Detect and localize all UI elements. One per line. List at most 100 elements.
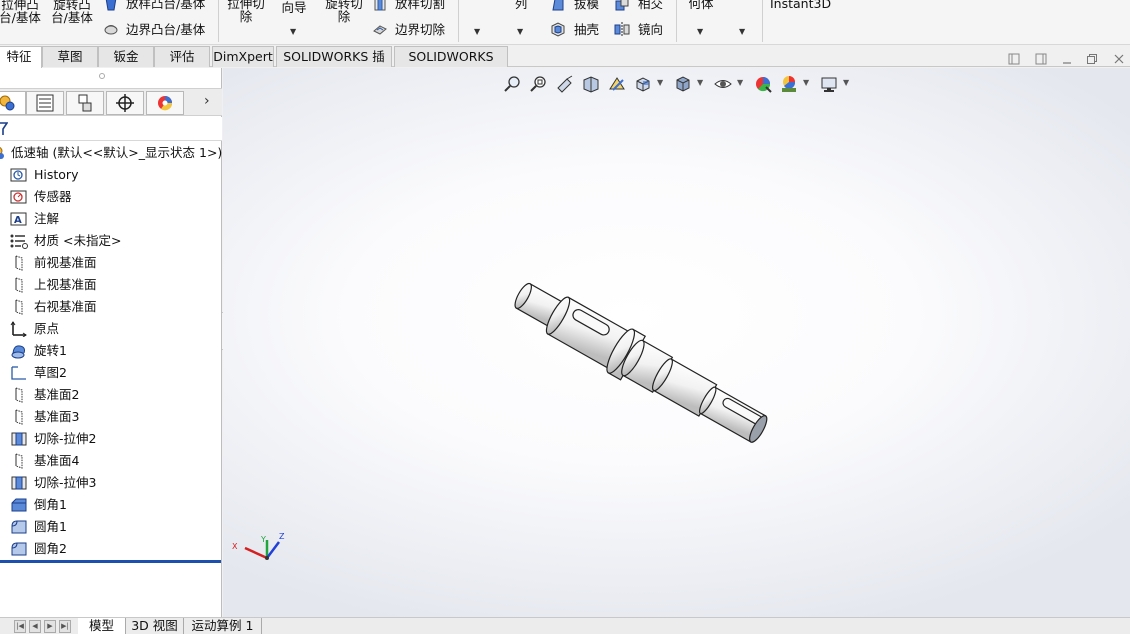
display-style-icon[interactable] (673, 74, 693, 94)
rollback-bar[interactable] (0, 560, 221, 563)
tab-sketch[interactable]: 草图 (42, 46, 98, 67)
view-settings-dropdown-icon[interactable]: ▼ (843, 78, 849, 87)
tile-right-icon[interactable] (1034, 53, 1048, 67)
revolve-boss-button[interactable]: 旋转凸 台/基体 (50, 0, 94, 24)
zoom-area-icon[interactable] (529, 74, 549, 94)
property-manager-tab[interactable] (26, 91, 64, 115)
loft-cut-button[interactable]: 放样切割 (395, 0, 445, 10)
tab-3d-view[interactable]: 3D 视图 (126, 618, 184, 634)
loft-boss-button[interactable]: 放样凸台/基体 (126, 0, 205, 10)
hole-wizard-dropdown-icon[interactable]: ▼ (290, 27, 296, 36)
plane-icon (10, 277, 28, 293)
plane-icon (10, 453, 28, 469)
plane-icon (10, 409, 28, 425)
cut-extrude-icon (10, 475, 28, 491)
plane-icon (10, 299, 28, 315)
dynamic-annotation-icon[interactable] (607, 74, 627, 94)
command-manager-ribbon: 拉伸凸 台/基体 旋转凸 台/基体 放样凸台/基体 边界凸台/基体 拉伸切 除 … (0, 0, 1130, 45)
tab-dimxpert[interactable]: DimXpert (212, 46, 274, 67)
filter-row[interactable] (0, 117, 222, 141)
ribbon-separator (762, 0, 763, 42)
instant3d-button[interactable]: Instant3D (770, 0, 831, 10)
tab-model[interactable]: 模型 (78, 618, 126, 634)
tile-left-icon[interactable] (1007, 53, 1021, 67)
filter-icon[interactable] (0, 122, 8, 136)
cut-extrude-icon (10, 431, 28, 447)
tab-sheet-metal[interactable]: 钣金 (98, 46, 154, 67)
curves-dropdown-icon[interactable]: ▼ (739, 27, 745, 36)
feature-tree-tab[interactable] (0, 91, 26, 115)
edit-appearance-icon[interactable] (753, 74, 773, 94)
history-icon (10, 167, 28, 183)
mirror-button[interactable]: 镜向 (638, 23, 663, 36)
extrude-boss-button[interactable]: 拉伸凸 台/基体 (0, 0, 42, 24)
revolve-feature-icon (10, 343, 28, 359)
revolve-cut-button[interactable]: 旋转切 除 (322, 0, 366, 23)
command-manager-tabs: 特征 草图 钣金 评估 DimXpert SOLIDWORKS 插件 SOLID… (0, 45, 1130, 84)
prev-tab-icon[interactable]: ◀ (29, 620, 41, 633)
hide-show-items-icon[interactable] (713, 74, 733, 94)
dimxpert-manager-tab[interactable] (106, 91, 144, 115)
display-style-dropdown-icon[interactable]: ▼ (697, 78, 703, 87)
panel-splitter-dot[interactable] (99, 73, 105, 79)
annotation-icon: A (10, 211, 28, 227)
material-icon (10, 233, 28, 249)
extrude-cut-label-2: 除 (239, 9, 253, 24)
apply-scene-dropdown-icon[interactable]: ▼ (803, 78, 809, 87)
appearance-icon (158, 96, 173, 111)
tree-item-label: 切除-拉伸2 (34, 431, 97, 446)
fillet-dropdown-icon[interactable]: ▼ (474, 27, 480, 36)
section-view-icon[interactable] (581, 74, 601, 94)
revolve-cut-label-2: 除 (337, 9, 351, 24)
tree-item-label: 材质 <未指定> (34, 233, 122, 248)
pattern-dropdown-icon[interactable]: ▼ (517, 27, 523, 36)
pattern-button[interactable]: 列 (505, 0, 537, 10)
view-orientation-icon[interactable] (633, 74, 653, 94)
zoom-to-fit-icon[interactable] (503, 74, 523, 94)
shaft-model[interactable] (493, 263, 793, 463)
draft-button[interactable]: 拔模 (574, 0, 599, 10)
configuration-manager-tab[interactable] (66, 91, 104, 115)
tab-features[interactable]: 特征 (0, 46, 42, 68)
tree-item-label: History (34, 167, 79, 182)
previous-view-icon[interactable] (555, 74, 575, 94)
hole-wizard-button[interactable]: 向导 (274, 0, 314, 14)
bottom-tab-bar: |◀ ◀ ▶ ▶| 模型 3D 视图 运动算例 1 (0, 617, 1130, 634)
loft-cut-icon (374, 0, 386, 11)
view-settings-icon[interactable] (819, 74, 839, 94)
last-tab-icon[interactable]: ▶| (59, 620, 71, 633)
reference-geometry-button[interactable]: 何体 (683, 0, 719, 10)
mirror-icon (614, 22, 630, 36)
close-icon[interactable] (1112, 53, 1126, 67)
tab-solidworks-addins[interactable]: SOLIDWORKS 插件 (276, 46, 392, 84)
display-manager-tab[interactable] (146, 91, 184, 115)
boundary-boss-button[interactable]: 边界凸台/基体 (126, 23, 205, 36)
tab-solidworks-mbd[interactable]: SOLIDWORKS MBD (394, 46, 508, 84)
view-orientation-dropdown-icon[interactable]: ▼ (657, 78, 663, 87)
minimize-icon[interactable] (1060, 53, 1074, 67)
intersect-button[interactable]: 相交 (638, 0, 663, 10)
tab-motion-study[interactable]: 运动算例 1 (184, 618, 262, 634)
tree-item-label: 右视基准面 (34, 299, 97, 314)
first-tab-icon[interactable]: |◀ (14, 620, 26, 633)
tab-evaluate[interactable]: 评估 (154, 46, 210, 67)
graphics-area[interactable]: ▼ ▼ ▼ ▼ ▼ X Y Z (223, 68, 1130, 617)
boundary-boss-icon (104, 25, 118, 35)
pattern-label: 列 (514, 0, 528, 11)
reference-geometry-dropdown-icon[interactable]: ▼ (697, 27, 703, 36)
feature-tree-icon (0, 95, 15, 111)
next-tab-icon[interactable]: ▶ (44, 620, 56, 633)
boundary-cut-button[interactable]: 边界切除 (395, 23, 445, 36)
fillet-button-clipped[interactable] (466, 0, 496, 2)
restore-icon[interactable] (1085, 53, 1099, 67)
curves-button-clipped[interactable] (730, 0, 756, 2)
shell-button[interactable]: 抽壳 (574, 23, 599, 36)
apply-scene-icon[interactable] (779, 74, 799, 94)
feature-manager-panel: › 低速轴 (默认<<默认>_显示状态 1>) History 传感器 A 注解 材质 … (0, 68, 222, 617)
hide-show-dropdown-icon[interactable]: ▼ (737, 78, 743, 87)
property-list-icon (36, 94, 54, 112)
extrude-boss-label-2: 台/基体 (0, 10, 41, 25)
ribbon-separator (218, 0, 219, 42)
chevron-right-icon[interactable]: › (204, 93, 210, 109)
extrude-cut-button[interactable]: 拉伸切 除 (224, 0, 268, 23)
